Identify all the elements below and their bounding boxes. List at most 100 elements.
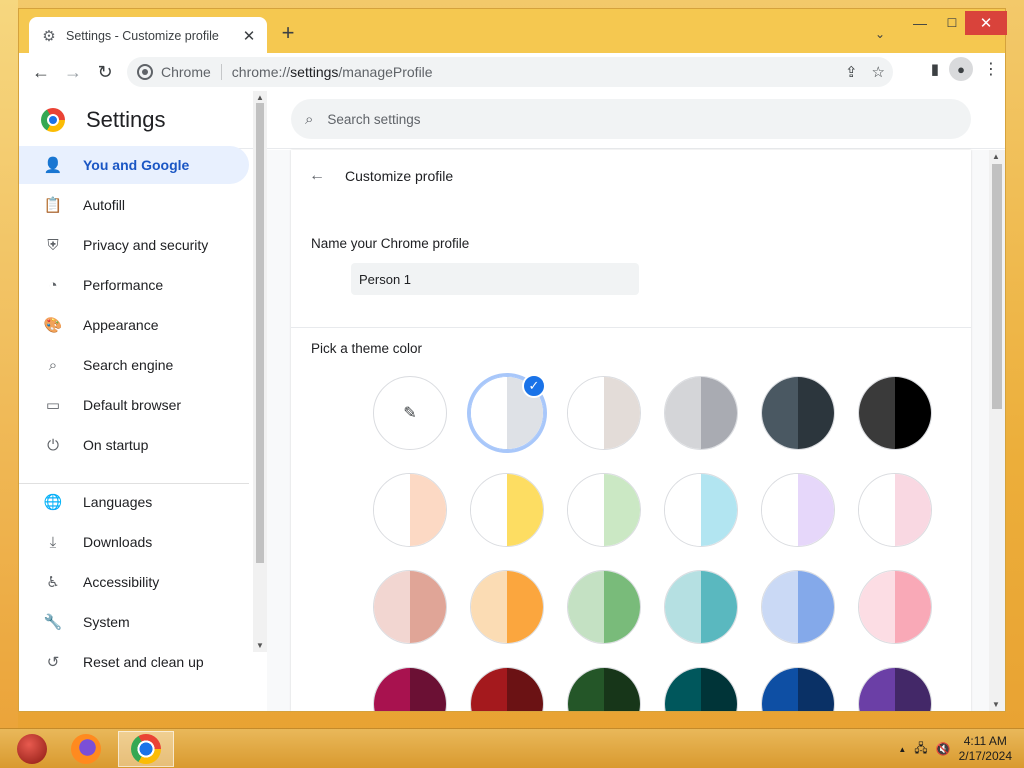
theme-color-swatch[interactable]	[664, 376, 738, 450]
theme-color-swatch[interactable]	[373, 473, 447, 547]
swatch-right-half	[895, 474, 931, 546]
close-window-button[interactable]: ✕	[965, 11, 1007, 35]
sidebar-item-icon: 🌐	[43, 494, 63, 511]
sidebar-item-icon: ⏻	[47, 436, 59, 454]
maximize-button[interactable]: ☐	[937, 9, 967, 37]
sidebar-item-downloads[interactable]: ⤓ Downloads	[19, 523, 249, 561]
theme-color-swatch[interactable]	[761, 667, 835, 711]
theme-color-swatch[interactable]	[761, 570, 835, 644]
tab-search-icon[interactable]: ⌄	[875, 27, 885, 41]
sidebar-item-search-engine[interactable]: ⌕ Search engine	[19, 346, 249, 384]
page-scroll-up-icon[interactable]: ▲	[992, 152, 1000, 161]
sidebar-item-icon: ⤓	[49, 533, 57, 551]
page-scroll-thumb[interactable]	[992, 164, 1002, 409]
scroll-up-arrow-icon[interactable]: ▲	[256, 93, 264, 102]
theme-color-swatch[interactable]	[567, 376, 641, 450]
sidebar-item-label: Performance	[83, 277, 164, 293]
back-button[interactable]: ←	[25, 56, 57, 88]
page-scroll-down-icon[interactable]: ▼	[992, 700, 1000, 709]
swatch-left-half	[471, 668, 507, 711]
browser-toolbar: ← → ↻ Chrome chrome:// settings /manageP…	[19, 53, 1005, 91]
swatch-left-half	[568, 668, 604, 711]
theme-color-swatch[interactable]	[664, 667, 738, 711]
address-bar[interactable]: Chrome chrome:// settings /manageProfile…	[127, 57, 893, 87]
theme-color-swatch[interactable]	[858, 570, 932, 644]
tab-title: Settings - Customize profile	[66, 29, 219, 43]
taskbar-ornament-app[interactable]	[4, 731, 60, 767]
sidebar-item-label: Downloads	[83, 534, 153, 550]
url-host: settings	[290, 64, 339, 80]
profile-avatar-icon[interactable]: ●	[949, 57, 973, 81]
sidebar-item-label: Accessibility	[83, 574, 160, 590]
minimize-button[interactable]: —	[905, 9, 935, 37]
sidebar-item-on-startup[interactable]: ⏻ On startup	[19, 426, 249, 464]
swatch-right-half	[604, 377, 640, 449]
back-arrow-icon[interactable]: ←	[309, 167, 329, 185]
menu-kebab-icon[interactable]: ⋮	[983, 59, 999, 79]
bookmark-star-icon[interactable]: ☆	[872, 63, 885, 81]
network-icon[interactable]: 🖧	[914, 739, 927, 760]
theme-color-swatch[interactable]	[470, 570, 544, 644]
taskbar-firefox[interactable]	[58, 731, 114, 767]
sidebar-item-system[interactable]: 🔧 System	[19, 603, 249, 641]
theme-color-swatch[interactable]	[858, 376, 932, 450]
sidebar-item-autofill[interactable]: 📋 Autofill	[19, 186, 249, 224]
reload-button[interactable]: ↻	[89, 56, 121, 88]
theme-color-swatch[interactable]	[470, 667, 544, 711]
theme-color-swatch[interactable]	[470, 473, 544, 547]
search-box[interactable]: ⌕	[291, 99, 971, 139]
theme-color-swatch[interactable]	[373, 667, 447, 711]
swatch-left-half	[665, 474, 701, 546]
theme-color-swatch[interactable]	[567, 570, 641, 644]
sidebar-item-icon: 👤	[43, 157, 63, 174]
theme-color-swatch[interactable]	[761, 376, 835, 450]
forward-button[interactable]: →	[57, 56, 89, 88]
swatch-left-half	[471, 474, 507, 546]
search-input[interactable]	[327, 111, 888, 127]
settings-page: Settings ⌕ 👤 You and Google 📋 Autofill ⛨ Priv…	[19, 91, 1005, 711]
tray-expand-icon[interactable]: ▲	[898, 745, 906, 754]
theme-color-swatch[interactable]	[373, 570, 447, 644]
sidebar-item-performance[interactable]: ◔ Performance	[19, 266, 249, 304]
tab-close-icon[interactable]: ✕	[241, 27, 257, 45]
sidebar-item-you-and-google[interactable]: 👤 You and Google	[19, 146, 249, 184]
custom-color-picker[interactable]: ✎	[373, 376, 447, 450]
sidebar-item-languages[interactable]: 🌐 Languages	[19, 483, 249, 521]
swatch-right-half	[507, 668, 543, 711]
theme-color-swatch[interactable]	[664, 473, 738, 547]
sidebar-item-appearance[interactable]: 🎨 Appearance	[19, 306, 249, 344]
theme-color-swatch[interactable]	[567, 473, 641, 547]
theme-color-swatch[interactable]	[664, 570, 738, 644]
clock[interactable]: 4:11 AM 2/17/2024	[959, 734, 1012, 764]
swatch-right-half	[701, 668, 737, 711]
swatch-right-half	[701, 474, 737, 546]
sidebar-item-accessibility[interactable]: ♿ Accessibility	[19, 563, 249, 601]
sidebar-item-privacy-and-security[interactable]: ⛨ Privacy and security	[19, 226, 249, 264]
swatch-left-half	[762, 668, 798, 711]
profile-name-input[interactable]	[351, 263, 639, 295]
theme-color-swatch[interactable]	[761, 473, 835, 547]
sidebar-scroll-thumb[interactable]	[256, 103, 264, 563]
sidebar-item-default-browser[interactable]: ▭ Default browser	[19, 386, 249, 424]
volume-muted-icon[interactable]: 🔇	[936, 742, 951, 756]
swatch-left-half	[859, 668, 895, 711]
clock-date: 2/17/2024	[958, 749, 1012, 763]
theme-color-swatch[interactable]	[858, 473, 932, 547]
share-icon[interactable]: ⇪	[845, 63, 858, 81]
swatch-left-half	[762, 474, 798, 546]
tab-settings[interactable]: ⚙ Settings - Customize profile ✕	[29, 17, 267, 55]
page-scrollbar[interactable]: ▲ ▼	[989, 150, 1005, 711]
theme-color-swatch[interactable]	[567, 667, 641, 711]
theme-color-swatch[interactable]	[858, 667, 932, 711]
sidebar-item-reset-and-clean-up[interactable]: ↺ Reset and clean up	[19, 643, 249, 681]
side-panel-icon[interactable]: ▮	[931, 60, 939, 78]
desktop-edge	[0, 0, 18, 728]
sidebar-scrollbar[interactable]: ▲ ▼	[253, 91, 267, 652]
scroll-down-arrow-icon[interactable]: ▼	[256, 641, 264, 650]
taskbar-chrome[interactable]	[118, 731, 174, 767]
swatch-right-half	[604, 571, 640, 643]
new-tab-button[interactable]: +	[277, 22, 299, 45]
swatch-left-half	[859, 474, 895, 546]
profile-name-label: Name your Chrome profile	[311, 236, 470, 251]
ornament-icon	[17, 734, 47, 764]
